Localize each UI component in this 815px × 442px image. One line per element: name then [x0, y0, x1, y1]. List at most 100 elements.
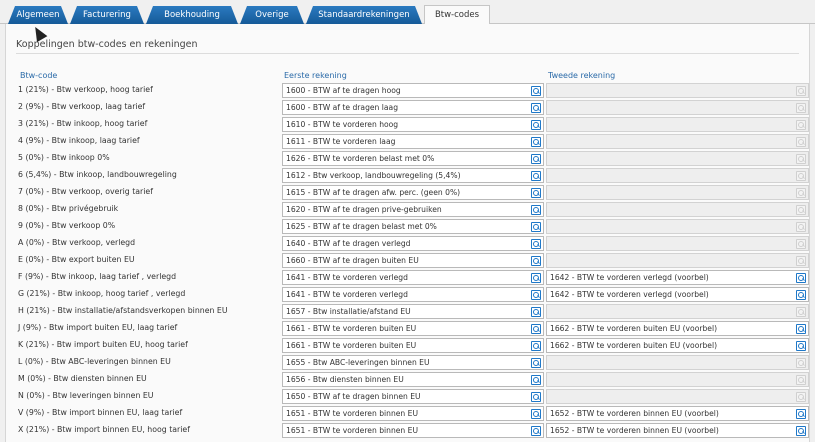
lookup-icon[interactable] — [531, 205, 541, 215]
tweede-rekening-value: 1642 - BTW te vorderen verlegd (voorbel) — [550, 290, 709, 299]
tab-standaardrekeningen[interactable]: Standaardrekeningen — [306, 6, 422, 24]
lookup-icon[interactable] — [531, 103, 541, 113]
lookup-icon[interactable] — [531, 239, 541, 249]
lookup-icon[interactable] — [531, 307, 541, 317]
lookup-icon[interactable] — [531, 154, 541, 164]
btw-code-label: J (9%) - Btw import buiten EU, laag tari… — [18, 323, 178, 332]
eerste-rekening-field[interactable]: 1640 - BTW af te dragen verlegd — [282, 236, 544, 251]
eerste-rekening-field[interactable]: 1610 - BTW te vorderen hoog — [282, 117, 544, 132]
tweede-rekening-field — [546, 151, 809, 166]
lookup-icon — [796, 120, 806, 130]
lookup-icon — [796, 171, 806, 181]
tweede-rekening-field[interactable]: 1662 - BTW te vorderen buiten EU (voorbe… — [546, 338, 809, 353]
eerste-rekening-field[interactable]: 1612 - Btw verkoop, landbouwregeling (5,… — [282, 168, 544, 183]
eerste-rekening-field[interactable]: 1655 - Btw ABC-leveringen binnen EU — [282, 355, 544, 370]
table-row: 4 (9%) - Btw inkoop, laag tarief 1611 - B… — [6, 134, 809, 151]
eerste-rekening-value: 1611 - BTW te vorderen laag — [286, 137, 396, 146]
tweede-rekening-field — [546, 100, 809, 115]
tweede-rekening-field — [546, 117, 809, 132]
lookup-icon[interactable] — [531, 86, 541, 96]
eerste-rekening-value: 1640 - BTW af te dragen verlegd — [286, 239, 411, 248]
btw-code-label: V (9%) - Btw import binnen EU, laag tari… — [18, 408, 183, 417]
btw-code-label: E (0%) - Btw export buiten EU — [18, 255, 135, 264]
lookup-icon[interactable] — [796, 341, 806, 351]
eerste-rekening-field[interactable]: 1626 - BTW te vorderen belast met 0% — [282, 151, 544, 166]
eerste-rekening-field[interactable]: 1650 - BTW af te dragen binnen EU — [282, 389, 544, 404]
btw-code-label: A (0%) - Btw verkoop, verlegd — [18, 238, 136, 247]
eerste-rekening-field[interactable]: 1641 - BTW te vorderen verlegd — [282, 287, 544, 302]
lookup-icon[interactable] — [531, 290, 541, 300]
tweede-rekening-field — [546, 355, 809, 370]
tab-overige[interactable]: Overige — [240, 6, 304, 24]
tweede-rekening-field — [546, 389, 809, 404]
lookup-icon[interactable] — [531, 426, 541, 436]
eerste-rekening-field[interactable]: 1661 - BTW te vorderen buiten EU — [282, 338, 544, 353]
eerste-rekening-field[interactable]: 1600 - BTW af te dragen laag — [282, 100, 544, 115]
tab-algemeen[interactable]: Algemeen — [8, 6, 68, 24]
btw-code-label: 2 (9%) - Btw verkoop, laag tarief — [18, 102, 146, 111]
tweede-rekening-field[interactable]: 1642 - BTW te vorderen verlegd (voorbel) — [546, 287, 809, 302]
lookup-icon[interactable] — [531, 409, 541, 419]
lookup-icon[interactable] — [531, 341, 541, 351]
lookup-icon[interactable] — [531, 188, 541, 198]
tweede-rekening-value: 1662 - BTW te vorderen buiten EU (voorbe… — [550, 324, 718, 333]
btw-code-label: 1 (21%) - Btw verkoop, hoog tarief — [18, 85, 153, 94]
eerste-rekening-field[interactable]: 1661 - BTW te vorderen buiten EU — [282, 321, 544, 336]
eerste-rekening-field[interactable]: 1660 - BTW af te dragen buiten EU — [282, 253, 544, 268]
lookup-icon[interactable] — [531, 324, 541, 334]
tweede-rekening-field — [546, 202, 809, 217]
eerste-rekening-field[interactable]: 1625 - BTW af te dragen belast met 0% — [282, 219, 544, 234]
table-row: A (0%) - Btw verkoop, verlegd 1640 - BTW … — [6, 236, 809, 253]
eerste-rekening-field[interactable]: 1620 - BTW af te dragen prive-gebruiken — [282, 202, 544, 217]
eerste-rekening-field[interactable]: 1641 - BTW te vorderen verlegd — [282, 270, 544, 285]
lookup-icon[interactable] — [796, 273, 806, 283]
eerste-rekening-value: 1641 - BTW te vorderen verlegd — [286, 273, 408, 282]
table-row: G (21%) - Btw inkoop, hoog tarief , verl… — [6, 287, 809, 304]
eerste-rekening-field[interactable]: 1651 - BTW te vorderen binnen EU — [282, 406, 544, 421]
tweede-rekening-field — [546, 304, 809, 319]
tab-facturering[interactable]: Facturering — [70, 6, 144, 24]
btw-code-label: 8 (0%) - Btw privégebruik — [18, 204, 119, 213]
lookup-icon[interactable] — [531, 222, 541, 232]
lookup-icon[interactable] — [531, 273, 541, 283]
tweede-rekening-value: 1652 - BTW te vorderen binnen EU (voorbe… — [550, 426, 719, 435]
table-row: V (9%) - Btw import binnen EU, laag tari… — [6, 406, 809, 423]
tweede-rekening-field — [546, 236, 809, 251]
table-row: 3 (21%) - Btw inkoop, hoog tarief 1610 - … — [6, 117, 809, 134]
lookup-icon — [796, 205, 806, 215]
tab-boekhouding[interactable]: Boekhouding — [146, 6, 238, 24]
lookup-icon[interactable] — [531, 137, 541, 147]
eerste-rekening-value: 1600 - BTW af te dragen hoog — [286, 86, 401, 95]
tweede-rekening-value: 1652 - BTW te vorderen binnen EU (voorbe… — [550, 409, 719, 418]
column-header-btw-code: Btw-code — [20, 71, 58, 80]
lookup-icon[interactable] — [796, 426, 806, 436]
tweede-rekening-field[interactable]: 1642 - BTW te vorderen verlegd (voorbel) — [546, 270, 809, 285]
table-row: L (0%) - Btw ABC-leveringen binnen EU 165… — [6, 355, 809, 372]
eerste-rekening-field[interactable]: 1657 - Btw installatie/afstand EU — [282, 304, 544, 319]
lookup-icon[interactable] — [531, 171, 541, 181]
table-row: 7 (0%) - Btw verkoop, overig tarief 1615 … — [6, 185, 809, 202]
eerste-rekening-field[interactable]: 1656 - Btw diensten binnen EU — [282, 372, 544, 387]
lookup-icon[interactable] — [531, 256, 541, 266]
lookup-icon[interactable] — [531, 375, 541, 385]
lookup-icon[interactable] — [796, 290, 806, 300]
tab-btw-codes[interactable]: Btw-codes — [424, 5, 490, 25]
tweede-rekening-field[interactable]: 1652 - BTW te vorderen binnen EU (voorbe… — [546, 406, 809, 421]
lookup-icon[interactable] — [796, 324, 806, 334]
btw-code-label: K (21%) - Btw import buiten EU, hoog tar… — [18, 340, 188, 349]
tweede-rekening-value: 1662 - BTW te vorderen buiten EU (voorbe… — [550, 341, 718, 350]
lookup-icon[interactable] — [531, 392, 541, 402]
tweede-rekening-field[interactable]: 1662 - BTW te vorderen buiten EU (voorbe… — [546, 321, 809, 336]
lookup-icon[interactable] — [531, 358, 541, 368]
tweede-rekening-field[interactable]: 1652 - BTW te vorderen binnen EU (voorbe… — [546, 423, 809, 438]
lookup-icon[interactable] — [531, 120, 541, 130]
eerste-rekening-field[interactable]: 1651 - BTW te vorderen binnen EU — [282, 423, 544, 438]
tweede-rekening-field — [546, 253, 809, 268]
eerste-rekening-field[interactable]: 1611 - BTW te vorderen laag — [282, 134, 544, 149]
eerste-rekening-field[interactable]: 1615 - BTW af te dragen afw. perc. (geen… — [282, 185, 544, 200]
eerste-rekening-field[interactable]: 1600 - BTW af te dragen hoog — [282, 83, 544, 98]
lookup-icon[interactable] — [796, 409, 806, 419]
tweede-rekening-field — [546, 134, 809, 149]
lookup-icon — [796, 307, 806, 317]
column-header-tweede-rekening: Tweede rekening — [548, 71, 616, 80]
